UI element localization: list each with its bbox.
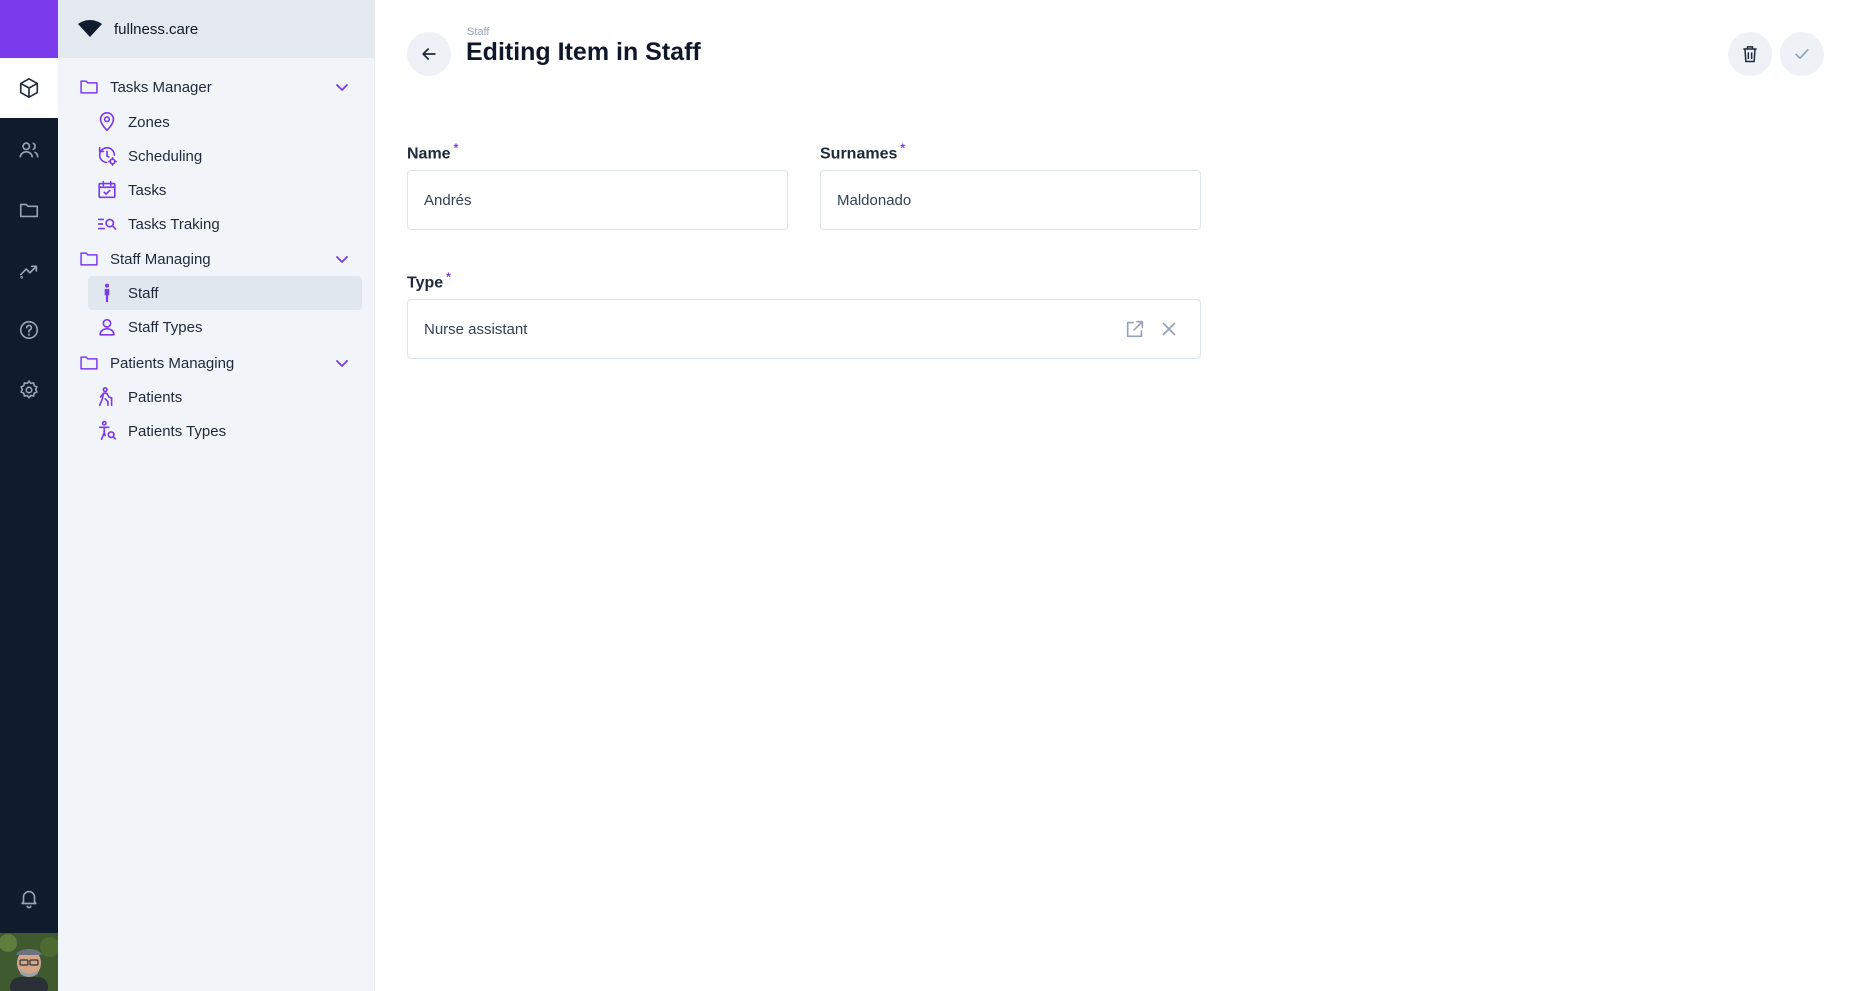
name-field[interactable]: Andrés: [407, 170, 788, 230]
nav-item-patients[interactable]: Patients: [88, 380, 362, 414]
nav-item-tasks-traking[interactable]: Tasks Traking: [88, 207, 362, 241]
nav-item-label: Tasks: [128, 181, 167, 199]
brand-logo[interactable]: [0, 0, 58, 58]
folder-icon: [80, 252, 98, 266]
folder-icon: [80, 80, 98, 94]
type-field-tools: [1124, 318, 1180, 340]
chevron-down-icon[interactable]: [334, 79, 350, 95]
avatar-photo: [0, 933, 58, 991]
name-label: Name *: [407, 141, 458, 163]
sidebar: fullness.care Tasks Manager Zones Schedu…: [58, 0, 375, 991]
required-marker: *: [900, 141, 906, 155]
org-header[interactable]: fullness.care: [58, 0, 374, 58]
open-external-icon[interactable]: [1124, 318, 1146, 340]
surnames-label: Surnames *: [820, 141, 905, 163]
nav-item-patients-types[interactable]: Patients Types: [88, 414, 362, 448]
name-value: Andrés: [424, 191, 472, 209]
bell-icon: [21, 890, 37, 909]
delete-button[interactable]: [1728, 32, 1772, 76]
rail-item-analytics[interactable]: [0, 240, 58, 300]
nav-group-patients-managing[interactable]: Patients Managing: [78, 348, 358, 378]
nav-group-label: Staff Managing: [110, 250, 211, 268]
analytics-icon: [19, 265, 38, 279]
map-pin-icon: [99, 112, 115, 132]
folder-icon: [80, 356, 98, 370]
nav-group-tasks-manager[interactable]: Tasks Manager: [78, 72, 358, 102]
nav-item-label: Staff Types: [128, 318, 203, 336]
rail-item-users[interactable]: [0, 120, 58, 180]
nav-item-label: Patients: [128, 388, 183, 406]
nav-group-staff-managing[interactable]: Staff Managing: [78, 244, 358, 274]
folder-icon: [19, 203, 39, 218]
cube-icon: [19, 78, 39, 98]
type-select-field[interactable]: Nurse assistant: [407, 299, 1201, 359]
chevron-down-icon[interactable]: [334, 355, 350, 371]
settings-icon: [20, 380, 38, 399]
rail-item-settings[interactable]: [0, 360, 58, 420]
name-label-text: Name: [407, 145, 451, 163]
rail-item-folders[interactable]: [0, 180, 58, 240]
trash-icon: [1743, 46, 1757, 63]
type-label-text: Type: [407, 274, 444, 292]
person-icon: [104, 283, 110, 303]
walking-person-icon: [98, 387, 113, 407]
surnames-label-text: Surnames: [820, 145, 898, 163]
rail-item-help[interactable]: [0, 300, 58, 360]
rail-item-modules[interactable]: [0, 58, 58, 118]
calendar-check-icon: [98, 180, 116, 199]
nav-item-staff-types[interactable]: Staff Types: [88, 310, 362, 344]
nav-item-staff[interactable]: Staff: [88, 276, 362, 310]
chevron-down-icon[interactable]: [334, 251, 350, 267]
back-button[interactable]: [407, 32, 451, 76]
nav-item-zones[interactable]: Zones: [88, 105, 362, 139]
required-marker: *: [453, 141, 459, 155]
nav-group-label: Patients Managing: [110, 354, 235, 372]
main-content: Staff Editing Item in Staff Name * Andrés…: [376, 0, 1854, 991]
clear-icon[interactable]: [1158, 318, 1180, 340]
user-avatar[interactable]: [0, 933, 58, 991]
help-icon: [19, 320, 39, 340]
nav-item-label: Scheduling: [128, 147, 203, 165]
check-icon: [1795, 49, 1809, 60]
rail-item-notifications[interactable]: [0, 868, 58, 928]
person-search-icon: [98, 420, 117, 441]
nav-item-label: Tasks Traking: [128, 215, 220, 233]
page-title: Editing Item in Staff: [466, 38, 701, 66]
surnames-field[interactable]: Maldonado: [820, 170, 1201, 230]
arrow-left-icon: [422, 48, 436, 60]
user-outline-icon: [99, 318, 115, 336]
wifi-icon: [78, 20, 102, 37]
users-icon: [19, 142, 39, 158]
icon-rail: [0, 0, 58, 991]
type-label: Type *: [407, 270, 451, 292]
surnames-value: Maldonado: [837, 191, 912, 209]
clock-gear-icon: [98, 146, 117, 166]
nav-item-tasks[interactable]: Tasks: [88, 173, 362, 207]
nav-group-label: Tasks Manager: [110, 78, 212, 96]
nav-item-label: Staff: [128, 284, 159, 302]
nav-item-scheduling[interactable]: Scheduling: [88, 139, 362, 173]
org-name: fullness.care: [114, 20, 199, 38]
required-marker: *: [446, 270, 451, 284]
breadcrumb[interactable]: Staff: [467, 26, 489, 38]
list-search-icon: [97, 218, 117, 230]
nav-item-label: Patients Types: [128, 422, 227, 440]
save-button[interactable]: [1780, 32, 1824, 76]
type-value: Nurse assistant: [424, 320, 528, 338]
nav-item-label: Zones: [128, 113, 170, 131]
